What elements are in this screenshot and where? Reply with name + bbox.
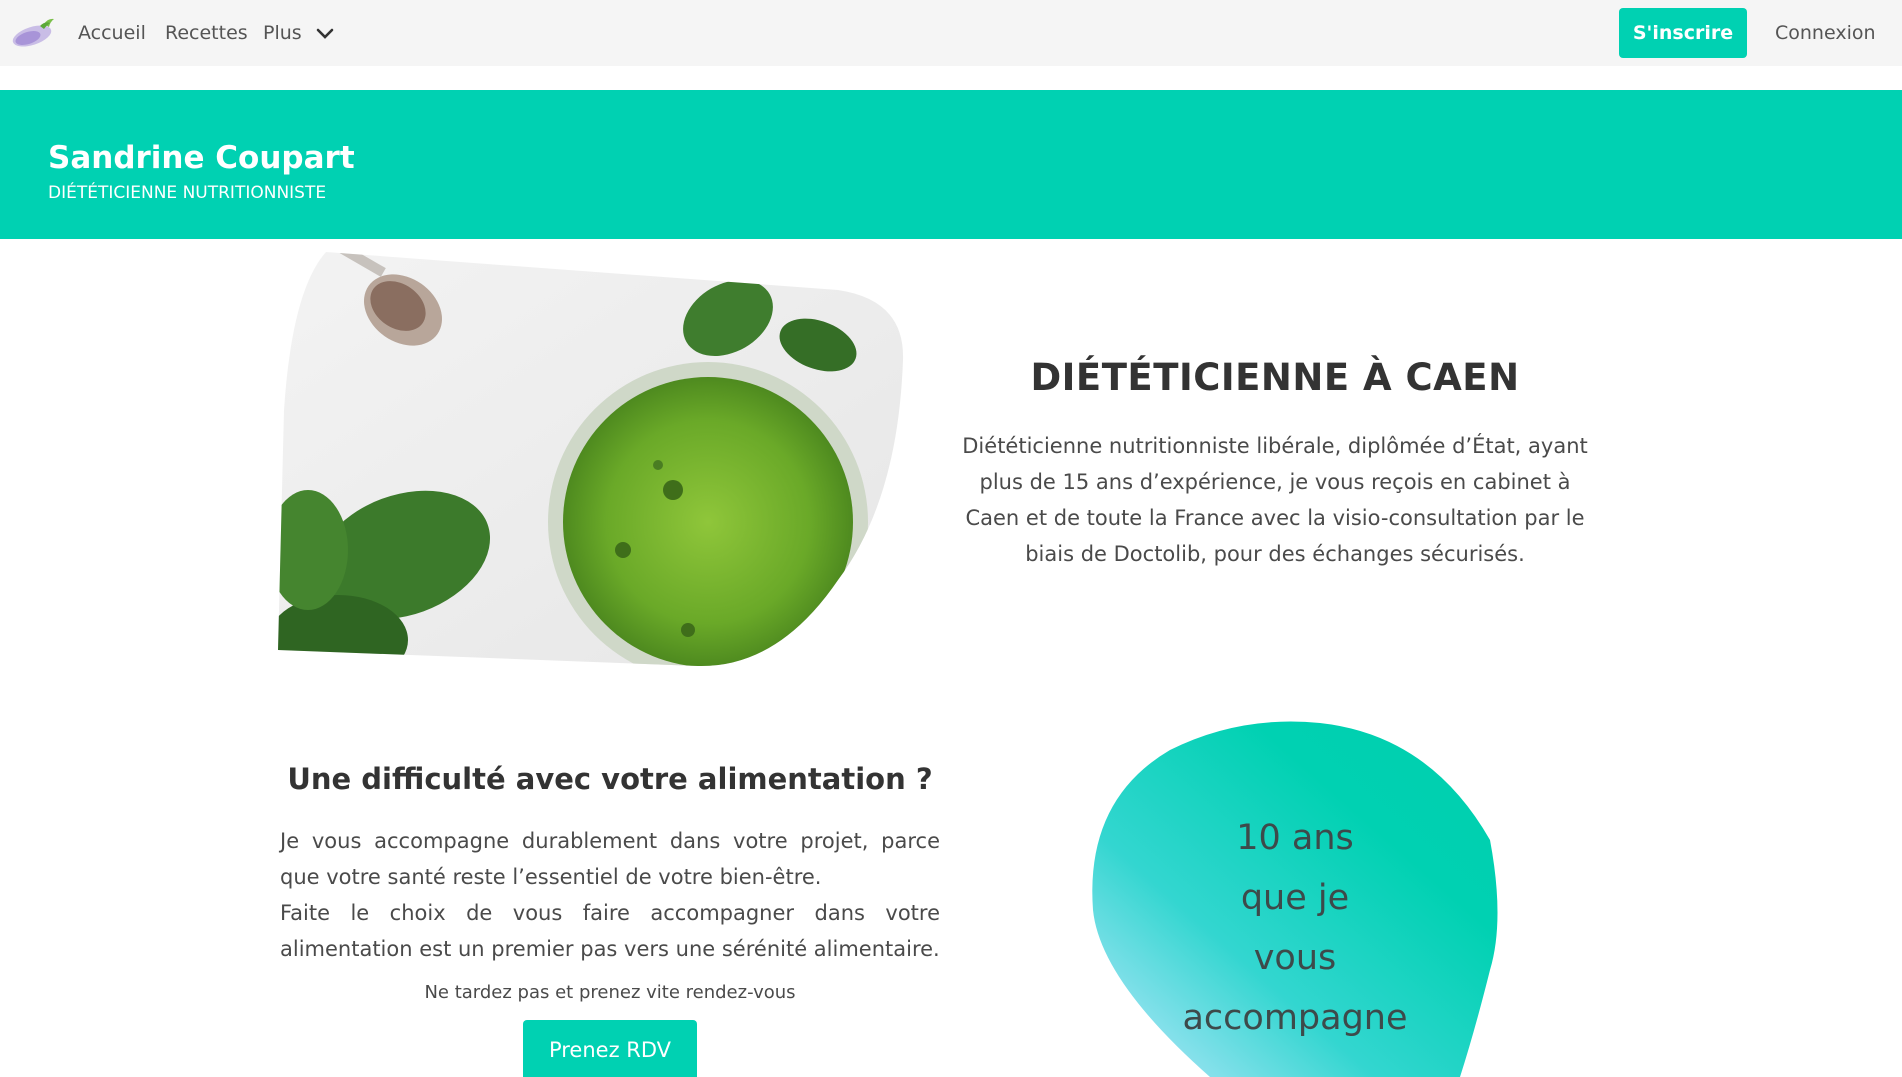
intro-heading: DIÉTÉTICIENNE À CAEN — [1030, 356, 1520, 399]
green-smoothie-image — [278, 252, 904, 667]
page-subtitle: DIÉTÉTICIENNE NUTRITIONNISTE — [48, 183, 327, 203]
nav-link-accueil[interactable]: Accueil — [78, 20, 146, 46]
chevron-down-icon — [316, 28, 334, 39]
difficulty-paragraph: Faite le choix de vous faire accompagner… — [280, 901, 940, 961]
hero-banner: Sandrine Coupart DIÉTÉTICIENNE NUTRITION… — [0, 90, 1902, 239]
nav-link-recettes[interactable]: Recettes — [165, 20, 248, 46]
experience-text: 10 ans que je vous accompagne — [1160, 808, 1430, 1048]
page-title: Sandrine Coupart — [48, 140, 355, 176]
nav-link-plus-label: Plus — [263, 22, 302, 44]
difficulty-heading: Une difficulté avec votre alimentation ? — [287, 762, 933, 796]
experience-line: 10 ans — [1236, 818, 1354, 858]
signup-button[interactable]: S'inscrire — [1619, 8, 1747, 58]
experience-line: que je — [1240, 878, 1350, 918]
experience-line: accompagne — [1182, 998, 1408, 1038]
intro-text: Diététicienne nutritionniste libérale, d… — [962, 434, 1588, 566]
top-navbar: Accueil Recettes Plus S'inscrire Connexi… — [0, 0, 1902, 66]
appointment-note: Ne tardez pas et prenez vite rendez-vous — [424, 982, 796, 1003]
difficulty-text: Je vous accompagne durablement dans votr… — [280, 823, 940, 967]
experience-line: vous — [1253, 938, 1337, 978]
login-link[interactable]: Connexion — [1775, 20, 1876, 46]
eggplant-logo-icon[interactable] — [10, 14, 56, 50]
difficulty-paragraph: Je vous accompagne durablement dans votr… — [280, 829, 940, 889]
nav-dropdown-plus[interactable]: Plus — [263, 20, 334, 46]
appointment-button[interactable]: Prenez RDV — [523, 1020, 697, 1077]
